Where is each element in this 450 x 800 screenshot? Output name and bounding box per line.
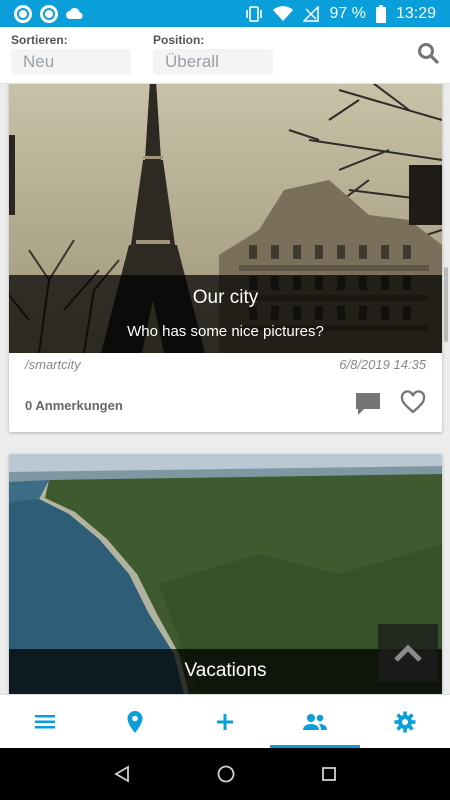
cloud-notification-icon (66, 7, 83, 19)
settings-icon (394, 711, 416, 733)
status-bar: 97 % 13:29 (0, 0, 450, 27)
post-tag[interactable]: /smartcity (25, 357, 81, 372)
feed[interactable]: Our city Who has some nice pictures? /sm… (0, 84, 450, 694)
nav-item-add[interactable] (180, 695, 270, 749)
scrollbar[interactable] (444, 267, 448, 342)
post-subtitle: Who has some nice pictures? (127, 323, 324, 340)
list-icon (35, 715, 55, 729)
add-icon (217, 714, 233, 730)
location-pin-icon (127, 711, 143, 733)
no-signal-icon (303, 5, 320, 22)
heart-icon[interactable] (400, 390, 426, 414)
nav-item-list[interactable] (0, 695, 90, 749)
filter-bar: Sortieren: Neu Position: Überall (0, 27, 450, 84)
post-card[interactable]: Our city Who has some nice pictures? /sm… (9, 84, 442, 432)
clock: 13:29 (395, 4, 436, 22)
comment-icon[interactable] (354, 391, 382, 417)
post-caption: Our city Who has some nice pictures? (9, 275, 442, 353)
battery-icon (375, 4, 386, 23)
post-title: Our city (192, 287, 259, 308)
battery-percentage: 97 % (329, 4, 366, 22)
nav-item-map[interactable] (90, 695, 180, 749)
sort-label: Sortieren: (11, 33, 68, 47)
post-date: 6/8/2019 14:35 (339, 357, 426, 372)
back-icon[interactable] (113, 765, 131, 783)
scroll-to-top-button[interactable] (378, 624, 438, 682)
comment-count[interactable]: 0 Anmerkungen (25, 398, 123, 413)
wifi-icon (273, 5, 294, 21)
app-notification-icon (14, 4, 32, 23)
nav-item-settings[interactable] (360, 695, 450, 749)
nav-item-community[interactable] (270, 695, 360, 749)
system-navigation-bar (0, 748, 450, 800)
position-label: Position: (153, 33, 205, 47)
home-icon[interactable] (216, 764, 236, 784)
vibrate-icon (246, 5, 263, 22)
search-icon[interactable] (416, 41, 440, 65)
bottom-navigation (0, 694, 450, 749)
recent-apps-icon[interactable] (321, 766, 337, 782)
sort-select[interactable]: Neu (11, 49, 131, 75)
group-icon (303, 714, 327, 730)
app-notification-icon (40, 4, 58, 23)
position-select[interactable]: Überall (153, 49, 273, 75)
chevron-up-icon (394, 644, 422, 662)
